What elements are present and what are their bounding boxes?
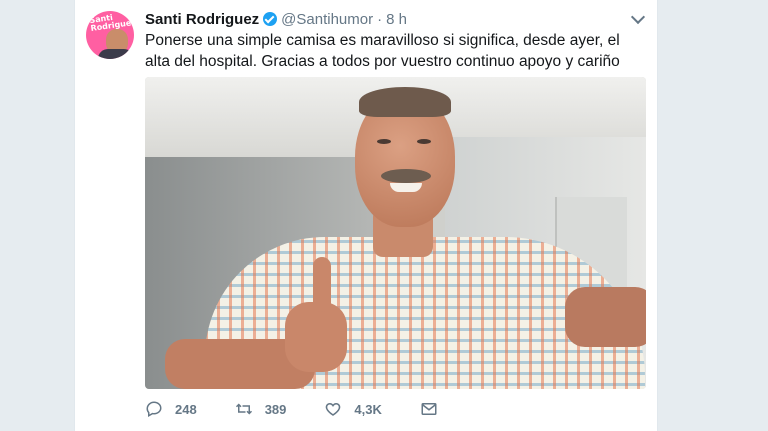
- like-count: 4,3K: [354, 401, 382, 417]
- tweet-photo[interactable]: [145, 77, 646, 389]
- retweet-count: 389: [264, 401, 287, 417]
- like-icon: [326, 402, 341, 416]
- user-handle[interactable]: @Santihumor: [281, 11, 373, 28]
- display-name[interactable]: Santi Rodriguez: [145, 11, 259, 28]
- verified-badge-icon: [263, 12, 278, 26]
- photo-hair: [359, 87, 451, 117]
- chevron-down-icon[interactable]: [630, 9, 646, 25]
- reply-icon: [146, 401, 162, 418]
- photo-right-eye: [417, 139, 431, 144]
- avatar-body: [98, 49, 134, 59]
- retweet-icon: [235, 403, 252, 415]
- tweet-text: Ponerse una simple camisa es maravilloso…: [145, 32, 620, 70]
- photo-thumbs-up-hand: [285, 302, 347, 372]
- avatar[interactable]: Santi Rodriguez: [86, 11, 134, 59]
- photo-thumb: [313, 257, 331, 312]
- photo-right-arm: [565, 287, 646, 347]
- tweet-card: Santi Rodriguez Santi Rodriguez @Santihu…: [74, 0, 658, 431]
- reply-button[interactable]: 248: [145, 400, 197, 418]
- photo-smile: [390, 183, 422, 192]
- tweet-header: Santi Rodriguez @Santihumor · 8 h: [145, 10, 407, 28]
- timestamp[interactable]: 8 h: [386, 11, 407, 28]
- message-icon: [421, 403, 437, 415]
- reply-count: 248: [175, 401, 197, 417]
- photo-left-eye: [377, 139, 391, 144]
- tweet-actions: 248 389 4,3K: [145, 400, 488, 418]
- header-separator: ·: [377, 10, 383, 28]
- direct-message-button[interactable]: [420, 400, 450, 418]
- photo-mustache: [381, 169, 431, 183]
- like-button[interactable]: 4,3K: [324, 400, 382, 418]
- retweet-button[interactable]: 389: [235, 400, 287, 418]
